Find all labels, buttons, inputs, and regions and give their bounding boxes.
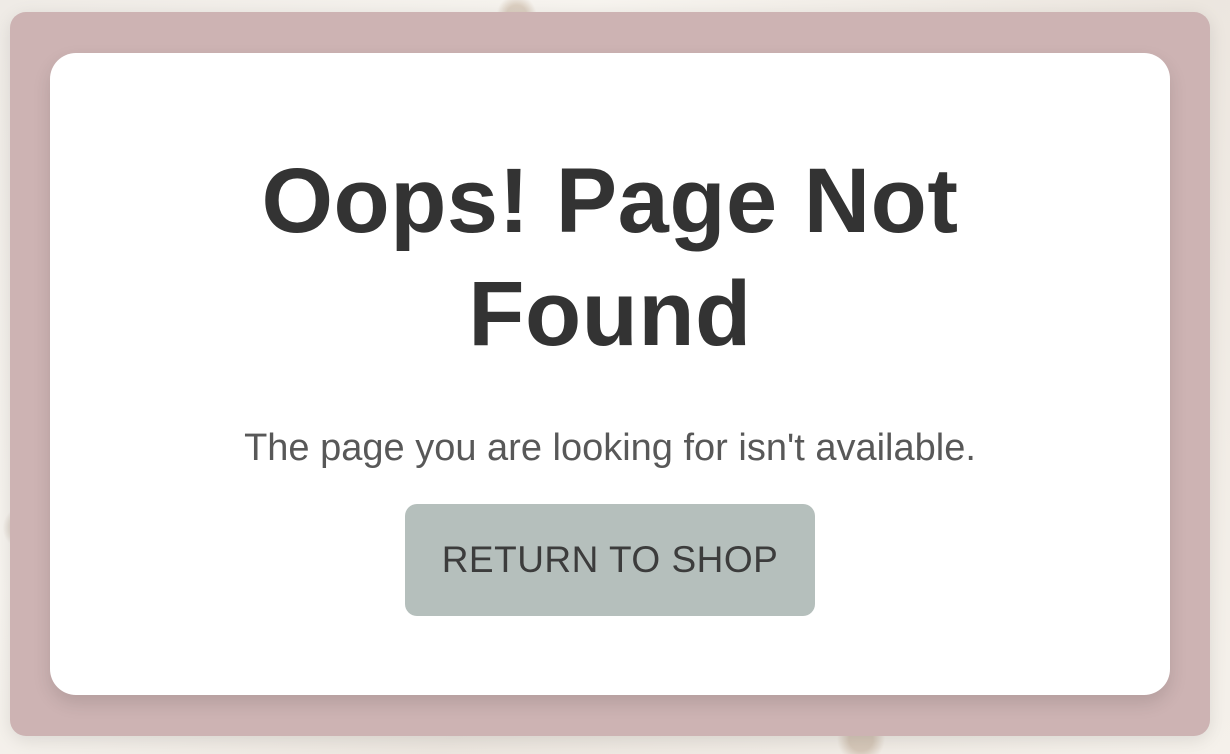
return-to-shop-button[interactable]: RETURN TO SHOP [405,504,815,616]
error-message: The page you are looking for isn't avail… [244,427,976,469]
page-title: Oops! Page Not Found [261,150,959,365]
error-card: Oops! Page Not Found The page you are lo… [50,53,1170,695]
error-frame: Oops! Page Not Found The page you are lo… [10,12,1210,736]
